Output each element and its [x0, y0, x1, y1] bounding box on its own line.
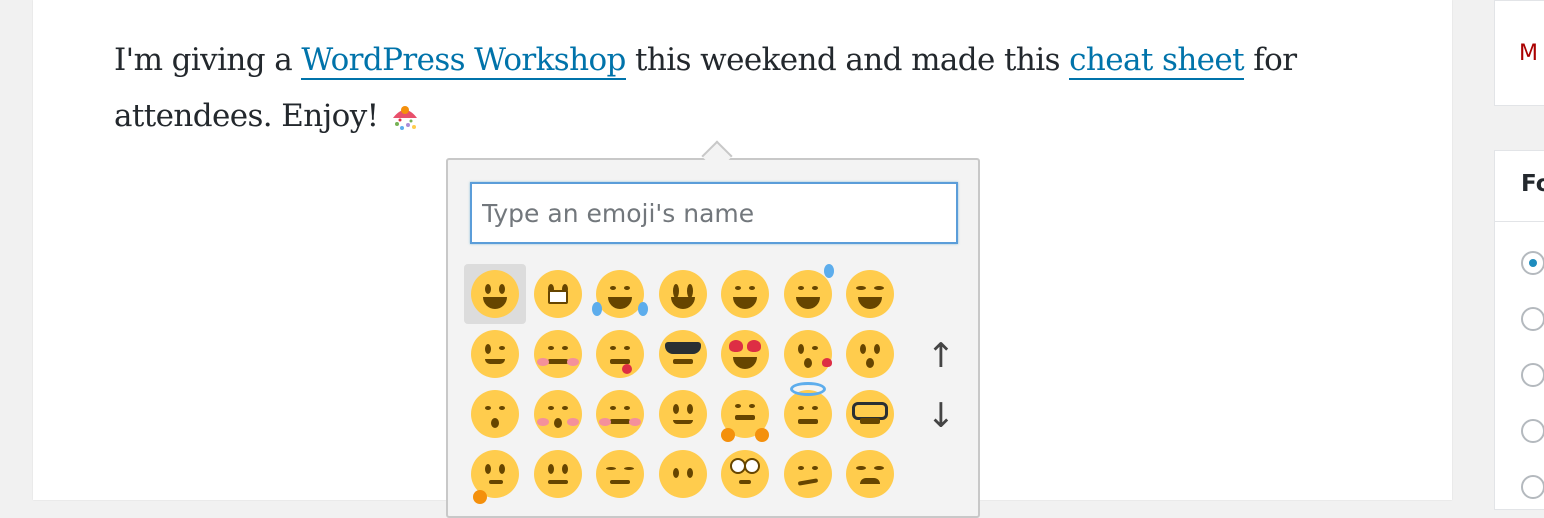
emoji-grimacing-icon[interactable]: [527, 264, 589, 324]
emoji-relaxed-icon[interactable]: [589, 384, 651, 444]
confetti-ball-icon: [388, 94, 422, 130]
emoji-laughing-icon[interactable]: [839, 264, 901, 324]
sidebar-link-text[interactable]: M: [1519, 41, 1538, 66]
format-radio-4[interactable]: [1521, 419, 1544, 443]
emoji-nerd-icon[interactable]: [839, 384, 901, 444]
emoji-innocent-icon[interactable]: [777, 382, 839, 444]
emoji-blush-icon[interactable]: [527, 324, 589, 384]
emoji-rolling-eyes-icon[interactable]: [714, 444, 776, 504]
emoji-kissing-heart-icon[interactable]: [777, 324, 839, 384]
emoji-wink-icon[interactable]: [464, 324, 526, 384]
emoji-smile-icon[interactable]: [714, 264, 776, 324]
emoji-neutral-face-icon[interactable]: [527, 444, 589, 504]
emoji-heart-eyes-icon[interactable]: [714, 324, 776, 384]
arrow-down-icon[interactable]: ↓: [921, 391, 961, 441]
emoji-picker-popover: ↑ ↓: [446, 140, 980, 518]
wordpress-workshop-link[interactable]: WordPress Workshop: [301, 42, 626, 80]
format-radio-1[interactable]: [1521, 251, 1544, 275]
emoji-kissing-closed-eyes-icon[interactable]: [527, 384, 589, 444]
emoji-thinking-icon[interactable]: [464, 444, 526, 504]
emoji-kissing-icon[interactable]: [839, 324, 901, 384]
post-paragraph[interactable]: I'm giving a WordPress Workshop this wee…: [114, 32, 1334, 144]
format-radio-3[interactable]: [1521, 363, 1544, 387]
popover-arrow: [701, 140, 733, 172]
editor-canvas: I'm giving a WordPress Workshop this wee…: [33, 0, 1452, 518]
emoji-joy-icon[interactable]: [589, 264, 651, 324]
cheat-sheet-link[interactable]: cheat sheet: [1069, 42, 1245, 80]
emoji-yum-icon[interactable]: [589, 324, 651, 384]
format-radio-5[interactable]: [1521, 475, 1544, 499]
emoji-grinning-icon[interactable]: [464, 264, 526, 324]
emoji-persevere-icon[interactable]: [839, 444, 901, 504]
emoji-expressionless-icon[interactable]: [589, 444, 651, 504]
emoji-no-mouth-icon[interactable]: [652, 444, 714, 504]
paragraph-text: I'm giving a: [114, 42, 302, 78]
emoji-smiley-icon[interactable]: [652, 264, 714, 324]
emoji-sunglasses-icon[interactable]: [652, 324, 714, 384]
format-radio-2[interactable]: [1521, 307, 1544, 331]
emoji-search-input[interactable]: [470, 182, 958, 244]
paragraph-text: this weekend and made this: [625, 42, 1070, 78]
sidebar-panel-format: Fo: [1494, 150, 1544, 510]
emoji-sweat-smile-icon[interactable]: [777, 264, 839, 324]
emoji-kissing-smiling-eyes-icon[interactable]: [464, 384, 526, 444]
divider: [1495, 221, 1544, 222]
emoji-slightly-smiling-face-icon[interactable]: [652, 384, 714, 444]
emoji-hugging-icon[interactable]: [714, 384, 776, 444]
arrow-up-icon[interactable]: ↑: [921, 331, 961, 381]
emoji-smirk-icon[interactable]: [777, 444, 839, 504]
sidebar-panel-heading[interactable]: Fo: [1521, 171, 1544, 197]
sidebar-panel-top: M: [1494, 0, 1544, 106]
